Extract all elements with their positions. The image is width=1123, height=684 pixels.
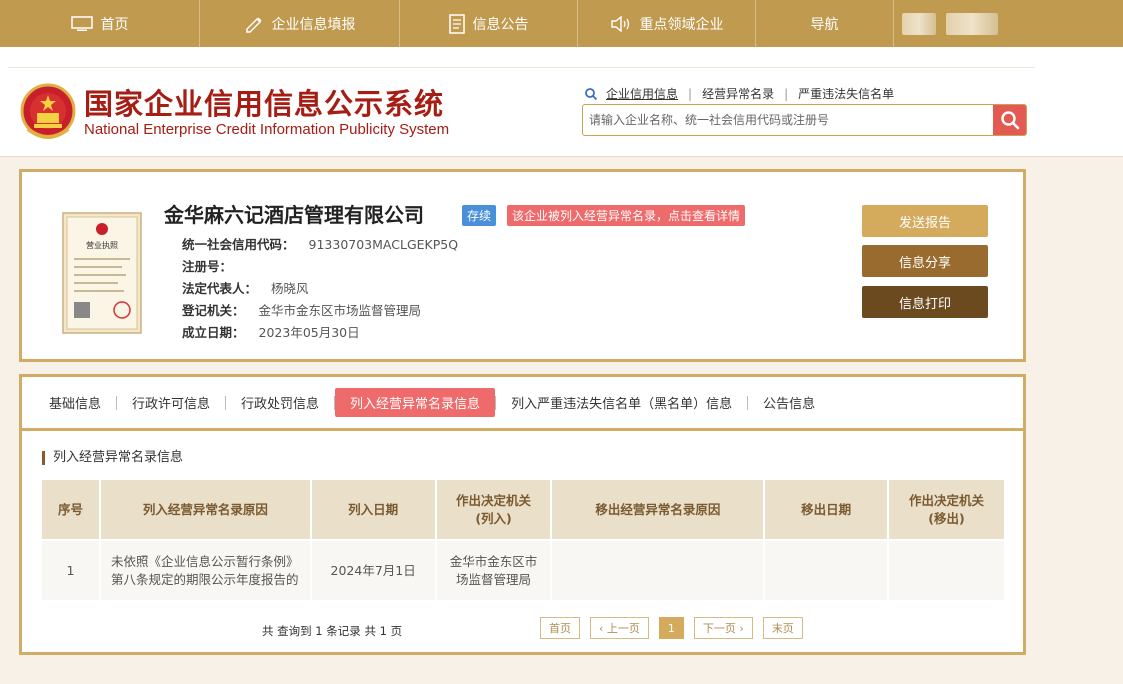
col-authority-in: 作出决定机关(列入) (435, 480, 553, 540)
tab-bar: 基础信息 行政许可信息 行政处罚信息 列入经营异常名录信息 列入严重违法失信名单… (22, 377, 1023, 431)
cell-authority-in: 金华市金东区市场监督管理局 (435, 539, 553, 600)
tab-blacklist[interactable]: 列入严重违法失信名单（黑名单）信息 (496, 388, 747, 417)
top-nav: 首页 企业信息填报 信息公告 重点领域企业 导航 (0, 0, 1123, 47)
info-key: 法定代表人： (182, 281, 258, 296)
tab-admin-penalty[interactable]: 行政处罚信息 (226, 388, 334, 417)
next-page-button[interactable]: 下一页 › (693, 617, 753, 639)
nav-home[interactable]: 首页 (0, 0, 200, 47)
current-page[interactable]: 1 (658, 617, 684, 639)
cell-reason-in: 未依照《企业信息公示暂行条例》第八条规定的期限公示年度报告的 (99, 539, 312, 600)
search-button[interactable] (993, 105, 1026, 135)
share-info-button[interactable]: 信息分享 (862, 245, 988, 277)
table-row: 1 未依照《企业信息公示暂行条例》第八条规定的期限公示年度报告的 2024年7月… (42, 539, 1006, 600)
link-separator: | (784, 86, 789, 101)
edit-icon (245, 16, 262, 33)
first-page-button[interactable]: 首页 (540, 617, 580, 639)
info-key: 登记机关： (182, 303, 245, 318)
avatar (902, 12, 936, 35)
license-label: 营业执照 (86, 240, 118, 250)
abnormal-warning-badge[interactable]: 该企业被列入经营异常名录，点击查看详情 (507, 205, 746, 226)
info-value: 2023年05月30日 (258, 325, 360, 340)
tab-abnormal-list[interactable]: 列入经营异常名录信息 (335, 388, 496, 417)
prev-page-button[interactable]: ‹ 上一页 (590, 617, 649, 639)
info-key: 统一社会信用代码： (182, 237, 295, 252)
speaker-icon (610, 15, 629, 32)
cell-index: 1 (42, 539, 101, 600)
national-emblem-icon (20, 83, 76, 139)
col-index: 序号 (42, 480, 101, 540)
search-box (582, 104, 1027, 136)
info-value: 91330703MACLGEKP5Q (308, 237, 459, 252)
search-small-icon (585, 87, 598, 100)
nav-home-label: 首页 (100, 16, 129, 33)
nav-announcements[interactable]: 信息公告 (400, 0, 578, 47)
col-reason-in: 列入经营异常名录原因 (99, 480, 312, 540)
search-icon (1000, 111, 1019, 130)
monitor-icon (70, 15, 93, 31)
link-abnormal-list[interactable]: 经营异常名录 (702, 85, 774, 102)
pagination: 首页 ‹ 上一页 1 下一页 › 末页 (540, 617, 803, 639)
last-page-button[interactable]: 末页 (762, 617, 803, 639)
nav-key-sectors-label: 重点领域企业 (639, 16, 724, 33)
record-summary: 共 查询到 1 条记录 共 1 页 (262, 624, 403, 638)
site-title-english: National Enterprise Credit Information P… (84, 121, 450, 138)
tab-admin-license[interactable]: 行政许可信息 (117, 388, 225, 417)
info-legal-rep: 法定代表人： 杨晓风 (182, 278, 309, 297)
info-value: 金华市金东区市场监督管理局 (258, 303, 422, 318)
tab-announcements[interactable]: 公告信息 (748, 388, 830, 417)
cell-date-in: 2024年7月1日 (310, 539, 437, 600)
cell-date-out (764, 539, 890, 600)
site-header: 国家企业信用信息公示系统 National Enterprise Credit … (0, 47, 1123, 157)
link-enterprise-credit[interactable]: 企业信用信息 (606, 85, 678, 102)
table-header-row: 序号 列入经营异常名录原因 列入日期 作出决定机关(列入) 移出经营异常名录原因… (42, 480, 1006, 540)
info-founding-date: 成立日期： 2023年05月30日 (182, 322, 360, 341)
document-icon (448, 13, 465, 34)
abnormal-records-table: 序号 列入经营异常名录原因 列入日期 作出决定机关(列入) 移出经营异常名录原因… (42, 480, 1006, 600)
nav-guide[interactable]: 导航 (756, 0, 894, 47)
info-key: 成立日期： (182, 325, 245, 340)
info-credit-code: 统一社会信用代码： 91330703MACLGEKP5Q (182, 234, 458, 253)
cell-reason-out (551, 539, 766, 600)
site-title: 国家企业信用信息公示系统 (84, 87, 445, 121)
nav-guide-label: 导航 (810, 16, 839, 33)
link-separator: | (688, 86, 693, 101)
print-info-button[interactable]: 信息打印 (862, 286, 988, 318)
info-panel: 基础信息 行政许可信息 行政处罚信息 列入经营异常名录信息 列入严重违法失信名单… (19, 374, 1026, 655)
col-authority-out: 作出决定机关(移出) (888, 480, 1006, 540)
username-blurred (946, 12, 998, 35)
nav-announcements-label: 信息公告 (472, 16, 529, 33)
divider (8, 67, 1035, 68)
info-value: 杨晓风 (271, 281, 309, 296)
info-reg-number: 注册号： (182, 256, 246, 275)
cell-authority-out (888, 539, 1006, 600)
tab-basic-info[interactable]: 基础信息 (34, 388, 116, 417)
quick-links: 企业信用信息 | 经营异常名录 | 严重违法失信名单 (584, 85, 894, 102)
info-registration-authority: 登记机关： 金华市金东区市场监督管理局 (182, 300, 421, 319)
nav-enterprise-report[interactable]: 企业信息填报 (200, 0, 400, 47)
col-date-in: 列入日期 (310, 480, 437, 540)
info-key: 注册号： (182, 259, 233, 274)
company-name: 金华麻六记酒店管理有限公司 (164, 203, 424, 227)
nav-enterprise-report-label: 企业信息填报 (271, 16, 356, 33)
search-input[interactable] (583, 105, 993, 135)
user-area[interactable] (894, 0, 998, 47)
link-blacklist[interactable]: 严重违法失信名单 (798, 85, 894, 102)
status-badge: 存续 (462, 205, 497, 226)
col-reason-out: 移出经营异常名录原因 (551, 480, 766, 540)
nav-key-sectors[interactable]: 重点领域企业 (578, 0, 756, 47)
send-report-button[interactable]: 发送报告 (862, 205, 988, 237)
company-card: 营业执照 金华麻六记酒店管理有限公司 存续 该企业被列入经营异常名录，点击查看详… (19, 169, 1026, 362)
col-date-out: 移出日期 (764, 480, 890, 540)
section-title: 列入经营异常名录信息 (42, 451, 183, 465)
business-license-icon: 营业执照 (62, 212, 142, 334)
